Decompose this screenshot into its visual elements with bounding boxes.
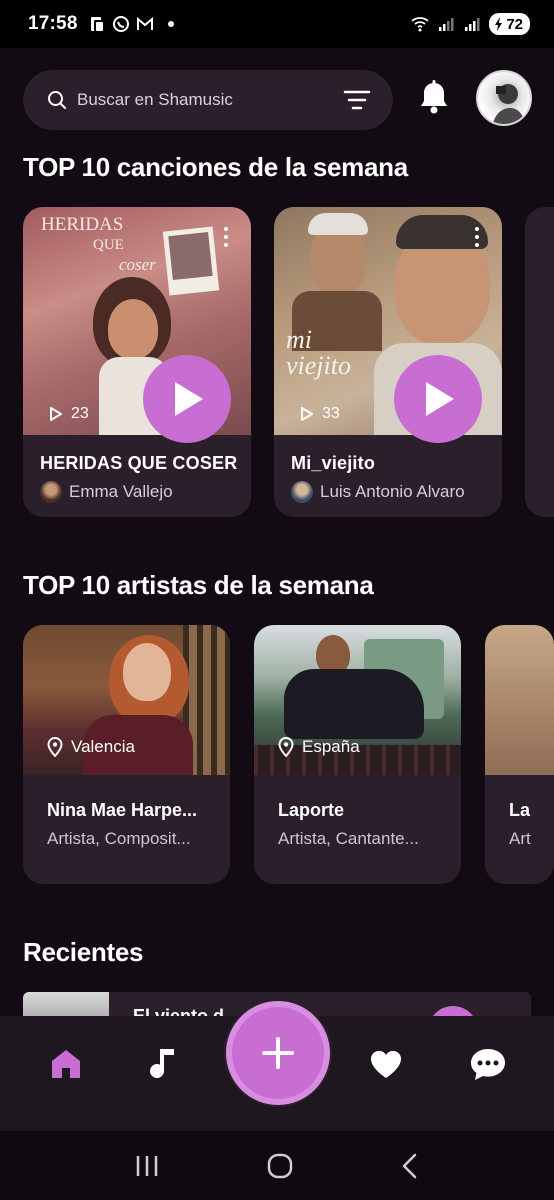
play-button[interactable] bbox=[394, 355, 482, 443]
home-icon bbox=[52, 1050, 80, 1078]
artist-location: Valencia bbox=[47, 737, 135, 757]
music-note-icon bbox=[150, 1049, 174, 1079]
artist-name: Emma Vallejo bbox=[69, 482, 173, 501]
song-card[interactable]: mi viejito 33 Mi_viejito Luis Antonio Al… bbox=[274, 207, 502, 517]
more-notifications-dot bbox=[167, 21, 174, 27]
play-count-value: 33 bbox=[322, 405, 340, 422]
status-time: 17:58 bbox=[28, 13, 78, 34]
song-title: Mi_viejito bbox=[291, 453, 376, 473]
cover-text: mi viejito bbox=[286, 325, 351, 380]
artist-card-partial[interactable]: La Art bbox=[485, 625, 554, 884]
song-artist[interactable]: Luis Antonio Alvaro bbox=[291, 481, 465, 503]
nav-home[interactable] bbox=[44, 1042, 88, 1086]
heart-icon bbox=[370, 1050, 402, 1078]
system-status-icons: 72 bbox=[411, 13, 530, 35]
artist-suit bbox=[284, 669, 424, 739]
location-text: España bbox=[302, 737, 360, 756]
add-button[interactable] bbox=[226, 1001, 330, 1105]
system-navigation bbox=[0, 1131, 554, 1200]
avatar-image bbox=[492, 84, 526, 124]
artist-name: Laporte bbox=[278, 800, 345, 820]
more-options-icon[interactable] bbox=[474, 227, 480, 253]
section-title-top-songs: TOP 10 canciones de la semana bbox=[23, 152, 408, 182]
play-icon bbox=[426, 382, 454, 416]
artist-avatar bbox=[40, 481, 62, 503]
play-outline-icon bbox=[50, 407, 62, 421]
play-button[interactable] bbox=[143, 355, 231, 443]
song-title: HERIDAS QUE COSER bbox=[40, 453, 238, 473]
play-icon bbox=[175, 382, 203, 416]
nav-music[interactable] bbox=[145, 1042, 189, 1086]
notification-icons bbox=[88, 15, 174, 33]
plus-icon bbox=[262, 1037, 294, 1069]
artist-photo bbox=[485, 625, 554, 775]
artist-role: Art bbox=[509, 829, 531, 848]
artist-location: España bbox=[278, 737, 360, 757]
whatsapp-icon bbox=[112, 16, 129, 32]
artist-name: La bbox=[509, 800, 531, 820]
song-artist[interactable]: Emma Vallejo bbox=[40, 481, 173, 503]
song-card[interactable]: HERIDAS QUE coser 23 HERIDAS QUE COSER E… bbox=[23, 207, 251, 517]
cover-text: HERIDAS QUE coser bbox=[41, 214, 156, 275]
artist-face bbox=[123, 643, 171, 701]
file-icon bbox=[90, 17, 103, 31]
artist-card[interactable]: España Laporte Artista, Cantante... bbox=[254, 625, 461, 884]
artist-name: Luis Antonio Alvaro bbox=[320, 482, 465, 501]
signal-icon-2 bbox=[465, 18, 480, 31]
artist-avatar bbox=[291, 481, 313, 503]
filter-icon[interactable] bbox=[343, 89, 371, 111]
artist-face bbox=[108, 299, 158, 359]
nav-favorites[interactable] bbox=[364, 1042, 408, 1086]
artist-role: Artista, Cantante... bbox=[278, 829, 419, 848]
gmail-icon bbox=[136, 16, 153, 30]
battery-level: 72 bbox=[506, 15, 523, 33]
song-card-partial[interactable] bbox=[525, 207, 554, 517]
polaroid-photo bbox=[162, 226, 220, 296]
search-icon bbox=[48, 91, 66, 109]
search-input[interactable] bbox=[77, 90, 317, 110]
wifi-icon bbox=[411, 17, 429, 32]
location-pin-icon bbox=[278, 737, 294, 757]
play-outline-icon bbox=[301, 407, 313, 421]
charging-icon bbox=[495, 17, 503, 31]
location-pin-icon bbox=[47, 737, 63, 757]
search-bar[interactable] bbox=[23, 70, 393, 130]
section-title-recent: Recientes bbox=[23, 937, 144, 967]
more-options-icon[interactable] bbox=[223, 227, 229, 253]
play-count: 33 bbox=[300, 405, 340, 423]
nav-messages[interactable] bbox=[466, 1042, 510, 1086]
profile-avatar[interactable] bbox=[476, 70, 532, 126]
artist-role: Artista, Composit... bbox=[47, 829, 191, 848]
back-icon[interactable] bbox=[400, 1153, 420, 1179]
recent-apps-icon[interactable] bbox=[134, 1154, 160, 1178]
elder-hair bbox=[308, 213, 368, 235]
play-count-value: 23 bbox=[71, 405, 89, 422]
status-bar: 17:58 72 bbox=[0, 0, 554, 48]
battery-indicator: 72 bbox=[489, 13, 530, 35]
section-title-top-artists: TOP 10 artistas de la semana bbox=[23, 570, 374, 600]
signal-icon bbox=[439, 18, 454, 31]
notification-bell-icon[interactable] bbox=[414, 78, 454, 118]
play-count: 23 bbox=[49, 405, 89, 423]
home-button-icon[interactable] bbox=[267, 1153, 293, 1179]
artist-name: Nina Mae Harpe... bbox=[47, 800, 198, 820]
artist-card[interactable]: Valencia Nina Mae Harpe... Artista, Comp… bbox=[23, 625, 230, 884]
location-text: Valencia bbox=[71, 737, 135, 756]
chat-icon bbox=[471, 1049, 505, 1080]
